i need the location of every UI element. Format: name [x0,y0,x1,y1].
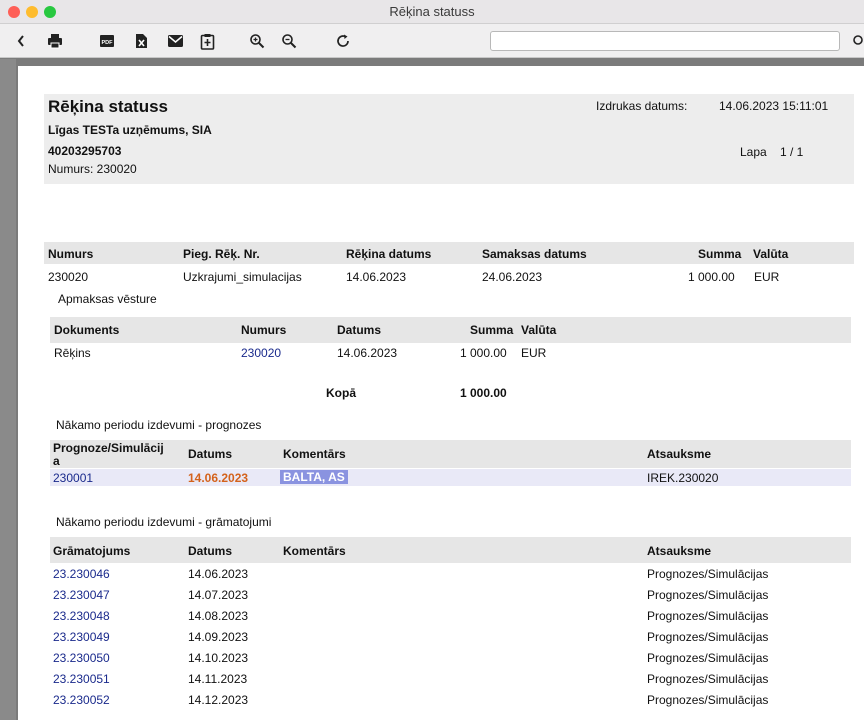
forecasts-title: Nākamo periodu izdevumi - prognozes [56,418,262,432]
payment-document: Rēķins [54,346,91,360]
col-posting-date: Datums [188,544,233,558]
col-posting-reference: Atsauksme [647,544,712,558]
search-icon[interactable] [850,31,864,51]
zoom-in-icon[interactable] [246,31,268,51]
excel-icon[interactable] [130,31,152,51]
col-forecast-reference: Atsauksme [647,447,712,461]
posting-date: 14.11.2023 [188,672,248,686]
posting-number-link[interactable]: 23.230046 [53,567,110,581]
company-name: Līgas TESTa uzņēmums, SIA [48,123,212,137]
col-number: Numurs [48,247,94,261]
report-window: Rēķina statuss PDF Rēķina statuss Līgas … [0,0,864,720]
col-invoice-date: Rēķina datums [346,247,432,261]
registration-number: 40203295703 [48,144,122,158]
posting-number-link[interactable]: 23.230049 [53,630,110,644]
pdf-icon[interactable]: PDF [96,31,118,51]
payment-history-title: Apmaksas vēsture [58,292,157,306]
posting-reference: Prognozes/Simulācijas [647,693,769,707]
posting-number-link[interactable]: 23.230052 [53,693,110,707]
posting-date: 14.06.2023 [188,567,249,581]
posting-date: 14.07.2023 [188,588,249,602]
invoice-supplier-no: Uzkrajumi_simulacijas [183,270,302,284]
col-posting: Grāmatojums [53,544,131,558]
posting-number-link[interactable]: 23.230050 [53,651,110,665]
refresh-icon[interactable] [332,31,354,51]
col-payment-date: Datums [337,323,382,337]
report-page: Rēķina statuss Līgas TESTa uzņēmums, SIA… [18,66,864,720]
payment-number-link[interactable]: 230020 [241,346,281,360]
posting-reference: Prognozes/Simulācijas [647,630,769,644]
forecast-reference: IREK.230020 [647,471,719,485]
invoice-number: 230020 [48,270,89,284]
page-number: 1 / 1 [780,145,804,159]
page-label: Lapa [740,145,767,159]
posting-number-link[interactable]: 23.230048 [53,609,110,623]
search-input[interactable] [490,31,840,51]
payment-currency: EUR [521,346,547,360]
payment-date: 14.06.2023 [337,346,398,360]
forecast-row-highlight [50,469,851,486]
col-payment-amount: Summa [470,323,514,337]
title-bar: Rēķina statuss [0,0,864,24]
toolbar: PDF [0,24,864,58]
invoice-date: 14.06.2023 [346,270,407,284]
col-payment-number: Numurs [241,323,287,337]
col-forecast-date: Datums [188,447,233,461]
posting-date: 14.12.2023 [188,693,249,707]
posting-date: 14.08.2023 [188,609,249,623]
left-panel-edge [0,59,16,720]
invoice-payment-date: 24.06.2023 [482,270,543,284]
total-value: 1 000.00 [460,386,507,400]
postings-title: Nākamo periodu izdevumi - grāmatojumi [56,515,272,529]
posting-reference: Prognozes/Simulācijas [647,651,769,665]
col-currency: Valūta [753,247,789,261]
invoice-currency: EUR [754,270,780,284]
window-title: Rēķina statuss [389,4,475,19]
col-supplier-invoice-no: Pieg. Rēķ. Nr. [183,247,260,261]
posting-reference: Prognozes/Simulācijas [647,609,769,623]
print-date-label: Izdrukas datums: [596,99,688,113]
col-forecast-comment: Komentārs [283,447,346,461]
print-icon[interactable] [44,31,66,51]
forecast-number-link[interactable]: 230001 [53,471,93,485]
posting-date: 14.09.2023 [188,630,249,644]
report-title: Rēķina statuss [48,97,168,116]
zoom-out-icon[interactable] [278,31,300,51]
posting-reference: Prognozes/Simulācijas [647,672,769,686]
clipboard-icon[interactable] [196,31,218,51]
posting-reference: Prognozes/Simulācijas [647,567,769,581]
col-document: Dokuments [54,323,120,337]
back-icon[interactable] [12,31,30,51]
col-forecast-wrap: a [53,454,60,468]
posting-number-link[interactable]: 23.230051 [53,672,110,686]
col-payment-currency: Valūta [521,323,557,337]
posting-number-link[interactable]: 23.230047 [53,588,110,602]
posting-date: 14.10.2023 [188,651,249,665]
col-amount: Summa [698,247,742,261]
forecasts-header-row [50,440,851,468]
total-label: Kopā [326,386,356,400]
invoice-amount: 1 000.00 [688,270,735,284]
mail-icon[interactable] [164,31,186,51]
print-date: 14.06.2023 15:11:01 [719,99,829,113]
forecast-comment-selected[interactable]: BALTA, AS [280,470,348,484]
forecast-date: 14.06.2023 [188,471,249,485]
pdf-icon-label: PDF [102,40,114,46]
col-posting-comment: Komentārs [283,544,346,558]
report-number: Numurs: 230020 [48,162,137,176]
posting-reference: Prognozes/Simulācijas [647,588,769,602]
col-forecast: Prognoze/Simulācij [53,441,164,455]
payment-header-row [50,317,851,343]
col-payment-date: Samaksas datums [482,247,587,261]
payment-amount: 1 000.00 [460,346,507,360]
postings-header-row [50,537,851,563]
